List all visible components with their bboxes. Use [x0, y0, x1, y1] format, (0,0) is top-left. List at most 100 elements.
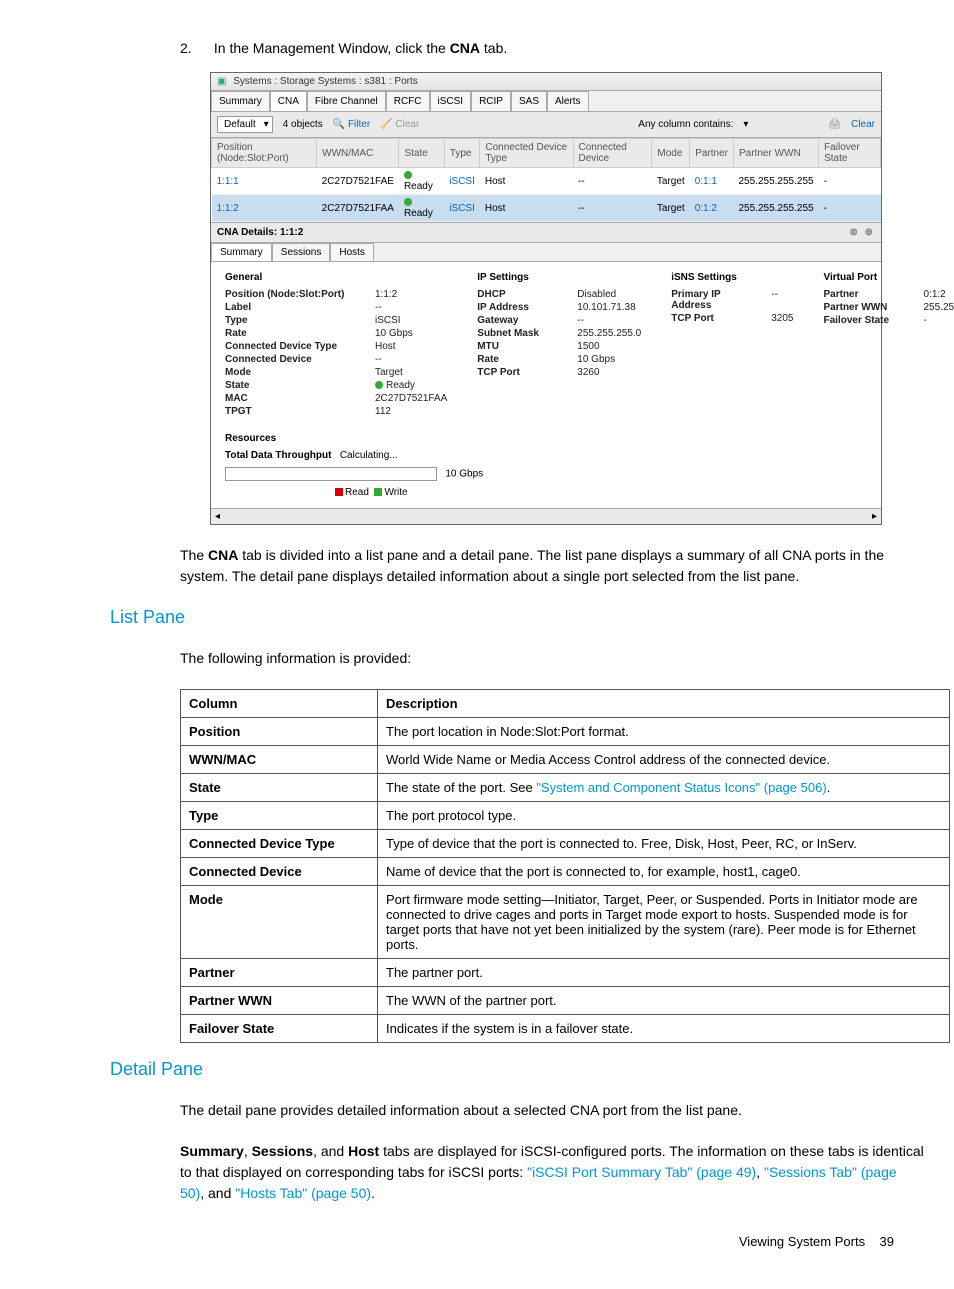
doc-col-desc: The partner port.: [378, 959, 950, 987]
tab-cna[interactable]: CNA: [270, 91, 307, 111]
tab-sas[interactable]: SAS: [511, 91, 547, 111]
doc-col-desc: The state of the port. See "System and C…: [378, 774, 950, 802]
doc-table-row: PositionThe port location in Node:Slot:P…: [181, 718, 950, 746]
page-footer: Viewing System Ports 39: [30, 1234, 924, 1249]
throughput-max: 10 Gbps: [445, 469, 483, 480]
grid-header[interactable]: Partner: [690, 139, 734, 168]
tab-iscsi[interactable]: iSCSI: [430, 91, 472, 111]
dp-bold-host: Host: [348, 1143, 379, 1159]
clear-link[interactable]: 🧹 Clear: [380, 119, 419, 130]
detail-tab-summary[interactable]: Summary: [211, 243, 272, 261]
status-icons-link[interactable]: "System and Component Status Icons" (pag…: [536, 780, 826, 795]
vport-title: Virtual Port: [823, 272, 954, 283]
kv-row: TPGT112: [225, 406, 447, 417]
grid-header[interactable]: Connected Device: [573, 139, 652, 168]
kv-row: ModeTarget: [225, 367, 447, 378]
doc-col-name: Type: [181, 802, 378, 830]
kv-row: Primary IP Address--: [671, 289, 793, 311]
doc-col-desc: The WWN of the partner port.: [378, 987, 950, 1015]
grid-header[interactable]: State: [399, 139, 444, 168]
throughput-bar: [225, 467, 437, 481]
doc-table-row: WWN/MACWorld Wide Name or Media Access C…: [181, 746, 950, 774]
grid-header[interactable]: WWN/MAC: [317, 139, 399, 168]
window-title: Systems : Storage Systems : s381 : Ports: [233, 76, 418, 87]
throughput-label: Total Data Throughput: [225, 450, 331, 461]
kv-row: Subnet Mask255.255.255.0: [477, 328, 641, 339]
grid-header[interactable]: Failover State: [819, 139, 881, 168]
kv-row: Gateway--: [477, 315, 641, 326]
anycol-label: Any column contains:: [638, 119, 733, 130]
grid-header[interactable]: Mode: [652, 139, 690, 168]
right-clear-link[interactable]: Clear: [851, 119, 875, 130]
doc-table-row: Failover StateIndicates if the system is…: [181, 1015, 950, 1043]
kv-row: Failover State-: [823, 315, 954, 326]
step-text-a: In the Management Window, click the: [214, 40, 450, 56]
clear-link-label: Clear: [395, 119, 419, 130]
dp-sep1: ,: [244, 1143, 252, 1159]
kv-row: StateReady: [225, 380, 447, 391]
detail-tab-hosts[interactable]: Hosts: [330, 243, 374, 261]
kv-row: TCP Port3205: [671, 313, 793, 324]
doc-col-name: Failover State: [181, 1015, 378, 1043]
step-bold: CNA: [450, 40, 480, 56]
filter-link-label: Filter: [348, 119, 370, 130]
list-pane-intro: The following information is provided:: [180, 648, 924, 669]
toolbar: Default ▾ 4 objects 🔍 Filter 🧹 Clear Any…: [211, 112, 881, 138]
list-pane-table: Column Description PositionThe port loca…: [180, 689, 950, 1043]
kv-row: IP Address10.101.71.38: [477, 302, 641, 313]
tab-rcfc[interactable]: RCFC: [386, 91, 430, 111]
kv-row: Connected Device TypeHost: [225, 341, 447, 352]
tab-rcip[interactable]: RCIP: [471, 91, 511, 111]
kv-row: Label--: [225, 302, 447, 313]
printer-icon[interactable]: 🖨: [828, 119, 841, 130]
doc-col-name: Position: [181, 718, 378, 746]
scrollbar-footer[interactable]: ◂ ▸: [211, 508, 881, 524]
kv-row: Position (Node:Slot:Port)1:1:2: [225, 289, 447, 300]
grid-header[interactable]: Position (Node:Slot:Port): [212, 139, 317, 168]
link-iscsi-summary[interactable]: "iSCSI Port Summary Tab" (page 49): [527, 1164, 756, 1180]
detail-header: CNA Details: 1:1:2 ⊗ ⊕: [211, 222, 881, 243]
kv-row: Partner0:1:2: [823, 289, 954, 300]
kv-row: Rate10 Gbps: [225, 328, 447, 339]
detail-tab-sessions[interactable]: Sessions: [272, 243, 331, 261]
scroll-right-icon[interactable]: ▸: [872, 511, 877, 522]
list-grid: Position (Node:Slot:Port)WWN/MACStateTyp…: [211, 138, 881, 222]
doc-table-row: TypeThe port protocol type.: [181, 802, 950, 830]
filter-dropdown-label: Default: [224, 119, 256, 130]
kv-row: Partner WWN255.255.255.255: [823, 302, 954, 313]
table-row[interactable]: 1:1:22C27D7521FAAReadyiSCSIHost--Target0…: [212, 195, 881, 222]
tab-alerts[interactable]: Alerts: [547, 91, 589, 111]
link-hosts-tab[interactable]: "Hosts Tab" (page 50): [235, 1185, 371, 1201]
general-title: General: [225, 272, 447, 283]
kv-row: MTU1500: [477, 341, 641, 352]
grid-header[interactable]: Connected Device Type: [480, 139, 573, 168]
grid-header[interactable]: Type: [444, 139, 480, 168]
tab-summary[interactable]: Summary: [211, 91, 270, 111]
para-cna-desc: The CNA tab is divided into a list pane …: [180, 545, 924, 587]
footer-text: Viewing System Ports: [739, 1234, 865, 1249]
detail-body: General Position (Node:Slot:Port)1:1:2 La…: [211, 262, 881, 429]
kv-row: Rate10 Gbps: [477, 354, 641, 365]
tab-fibre-channel[interactable]: Fibre Channel: [307, 91, 386, 111]
dp-tail: .: [371, 1185, 375, 1201]
grid-header[interactable]: Partner WWN: [734, 139, 819, 168]
kv-row: DHCPDisabled: [477, 289, 641, 300]
doc-col-desc: World Wide Name or Media Access Control …: [378, 746, 950, 774]
filter-dropdown[interactable]: Default ▾: [217, 116, 273, 133]
legend-write: Write: [384, 487, 407, 498]
doc-table-row: ModePort firmware mode setting—Initiator…: [181, 886, 950, 959]
detail-tabs: SummarySessionsHosts: [211, 243, 881, 262]
table-row[interactable]: 1:1:12C27D7521FAEReadyiSCSIHost--Target0…: [212, 168, 881, 195]
list-pane-heading: List Pane: [110, 607, 924, 628]
anycol-dropdown-icon[interactable]: ▾: [743, 119, 748, 130]
detail-title: CNA Details: 1:1:2: [217, 227, 303, 238]
resources-section: Resources Total Data Throughput Calculat…: [211, 429, 881, 508]
filter-link[interactable]: 🔍 Filter: [333, 119, 370, 130]
app-screenshot: ▣ Systems : Storage Systems : s381 : Por…: [210, 72, 882, 525]
doc-col-desc: The port location in Node:Slot:Port form…: [378, 718, 950, 746]
dp-sep2: , and: [313, 1143, 348, 1159]
ip-title: IP Settings: [477, 272, 641, 283]
detail-pane-p1: The detail pane provides detailed inform…: [180, 1100, 924, 1121]
kv-row: TypeiSCSI: [225, 315, 447, 326]
detail-header-icons[interactable]: ⊗ ⊕: [849, 227, 875, 238]
